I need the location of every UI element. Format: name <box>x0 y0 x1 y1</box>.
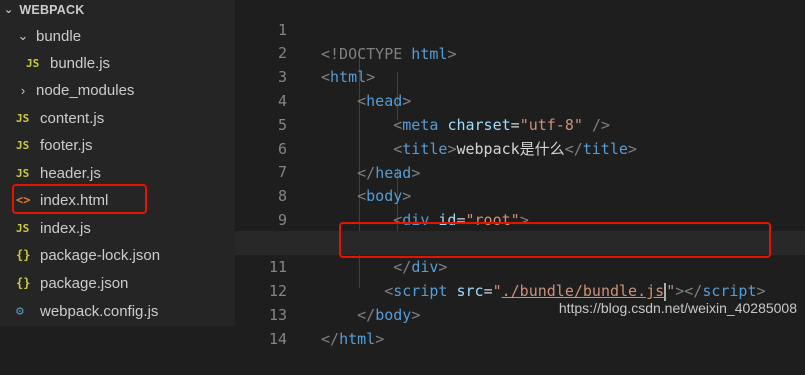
tree-item-label: node_modules <box>36 81 135 99</box>
tree-file-header-js[interactable]: JS header.js <box>0 159 235 187</box>
explorer-section-header[interactable]: ⌄ WEBPACK <box>0 0 235 20</box>
tree-folder-node-modules[interactable]: › node_modules <box>0 76 235 104</box>
tree-file-package-json[interactable]: {} package.json <box>0 269 235 297</box>
tree-item-label: bundle.js <box>50 54 111 72</box>
code-line-2: 2 <html> <box>235 17 805 86</box>
json-file-icon: {} <box>16 248 31 262</box>
tree-file-webpack-config-js[interactable]: ⚙ webpack.config.js <box>0 297 235 325</box>
js-file-icon: JS <box>26 56 40 70</box>
tree-folder-bundle[interactable]: ⌄ bundle <box>0 22 235 50</box>
code-editor[interactable]: 1 <!DOCTYPE html> 2 <html> 3 <head> 4 <m… <box>235 0 805 348</box>
tree-item-label: package.json <box>40 274 129 292</box>
tree-item-label: bundle <box>36 27 82 45</box>
code-line-1: 1 <!DOCTYPE html> <box>235 0 805 63</box>
tree-item-label: webpack.config.js <box>40 302 159 320</box>
code-line-7: 7 <body> <box>235 136 805 205</box>
code-line-9: 9 <box>235 184 805 229</box>
highlight-box-index-html <box>12 184 147 214</box>
chevron-down-icon: ⌄ <box>4 4 14 16</box>
gear-icon: ⚙ <box>16 303 24 319</box>
js-file-icon: JS <box>16 221 30 235</box>
tree-file-bundle-js[interactable]: JS bundle.js <box>0 49 235 77</box>
tree-item-label: header.js <box>40 164 101 182</box>
tree-item-label: index.js <box>40 219 91 237</box>
tree-item-label: footer.js <box>40 136 93 154</box>
chevron-down-icon: ⌄ <box>17 28 29 43</box>
code-line-5: 5 <title>webpack是什么</title> <box>235 89 805 158</box>
line-number: 14 <box>268 330 287 348</box>
tree-file-content-js[interactable]: JS content.js <box>0 104 235 132</box>
code-line-3: 3 <head> <box>235 41 805 110</box>
tree-file-footer-js[interactable]: JS footer.js <box>0 131 235 159</box>
explorer-sidebar: ⌄ WEBPACK ⌄ bundle JS bundle.js › node_m… <box>0 0 235 326</box>
js-file-icon: JS <box>16 111 30 125</box>
section-title: WEBPACK <box>19 3 85 17</box>
code-content: </html> <box>321 330 385 348</box>
watermark-text: https://blog.csdn.net/weixin_40285008 <box>558 300 797 316</box>
code-line-6: 6 </head> <box>235 113 805 182</box>
tag-name: html <box>339 330 376 348</box>
code-line-4: 4 <meta charset="utf-8" /> <box>235 65 805 134</box>
code-line-8: 8 <div id="root"> <box>235 160 805 229</box>
tree-item-label: package-lock.json <box>40 246 161 264</box>
chevron-right-icon: › <box>20 82 26 98</box>
tree-item-label: content.js <box>40 109 105 127</box>
tree-file-package-lock-json[interactable]: {} package-lock.json <box>0 241 235 269</box>
code-line-12: 12 </body> <box>235 255 805 324</box>
json-file-icon: {} <box>16 276 31 290</box>
js-file-icon: JS <box>16 138 30 152</box>
tree-file-index-js[interactable]: JS index.js <box>0 214 235 242</box>
highlight-box-script-tag <box>339 222 771 258</box>
js-file-icon: JS <box>16 166 30 180</box>
